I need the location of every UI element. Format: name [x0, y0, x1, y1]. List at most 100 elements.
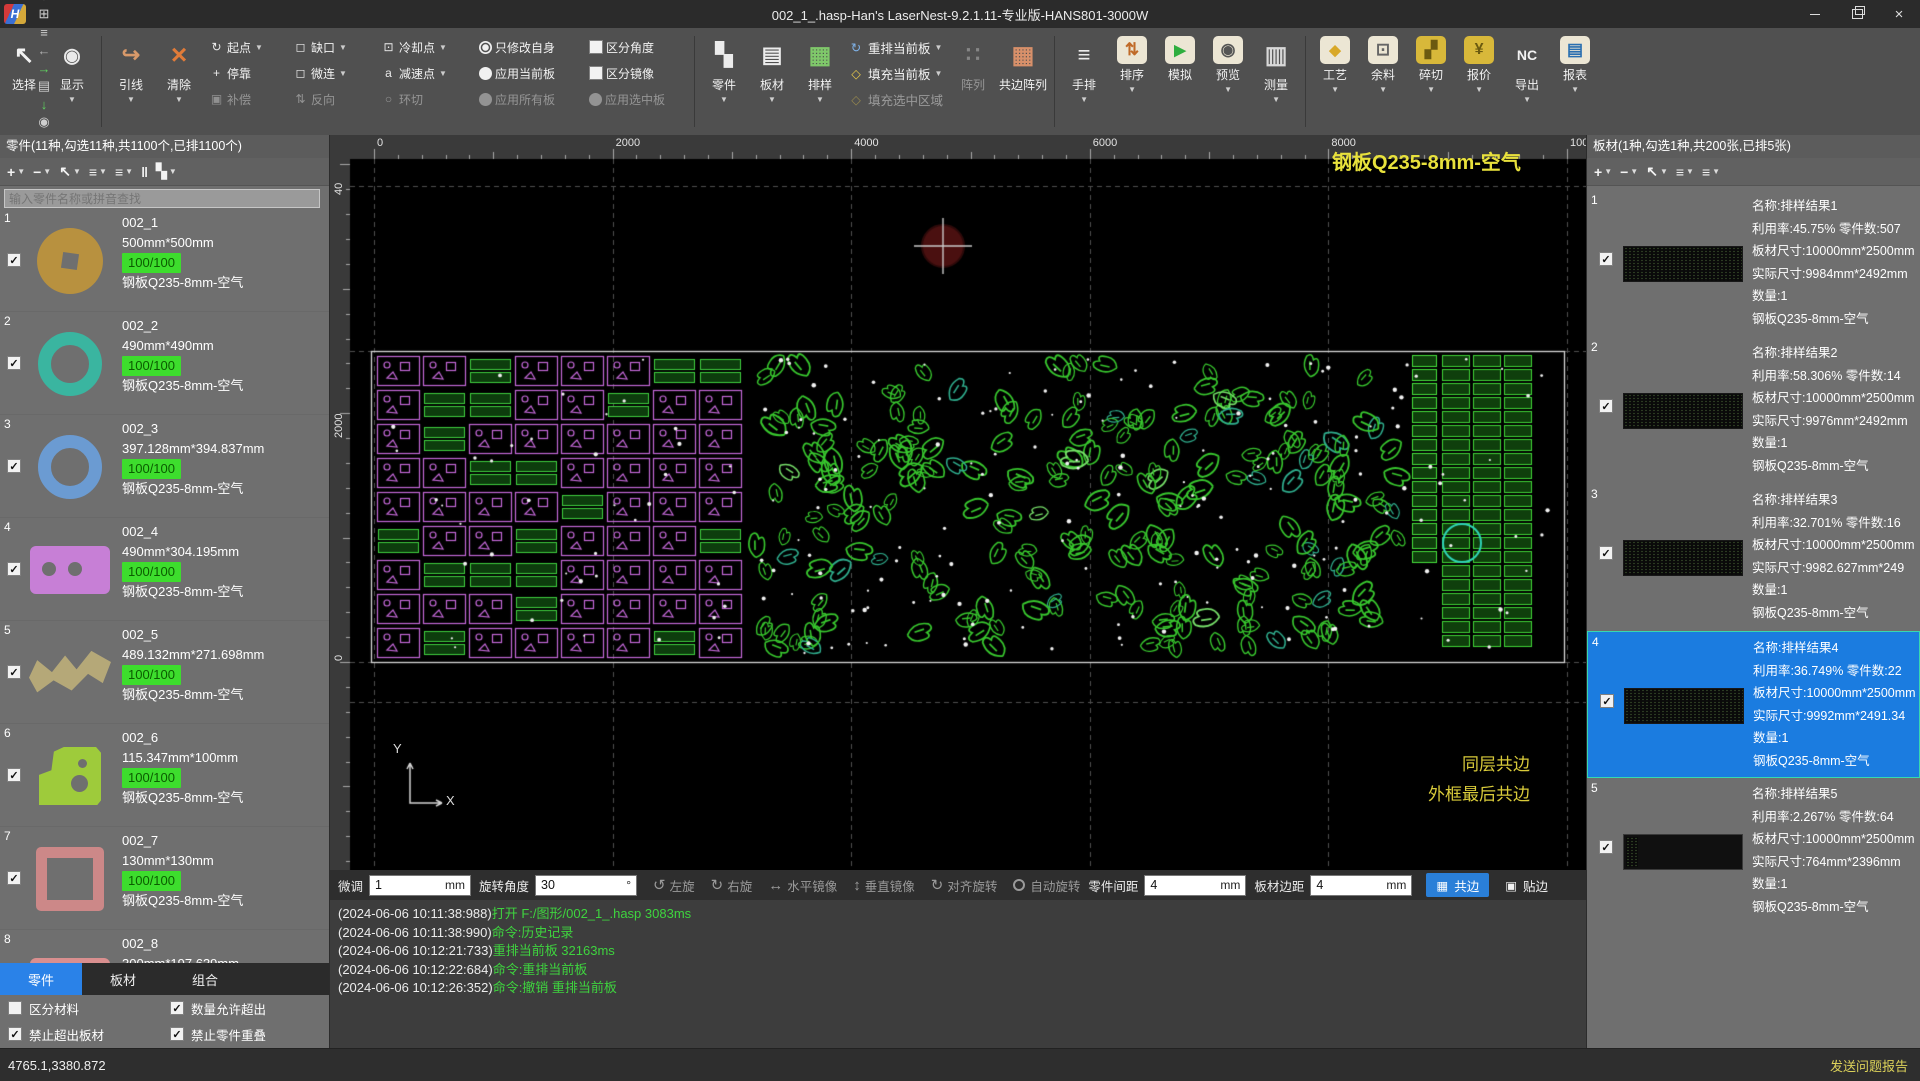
sort-sheets-icon[interactable]: ≡▼: [1674, 164, 1696, 180]
sheet-list-item[interactable]: 2✓名称:排样结果2利用率:58.306% 零件数:14板材尺寸:10000mm…: [1587, 337, 1920, 484]
part-list-item[interactable]: 3✓002_3397.128mm*394.837mm100/100钢板Q235-…: [0, 415, 329, 518]
part-checkbox[interactable]: ✓: [7, 253, 21, 267]
sheet-checkbox[interactable]: ✓: [1599, 399, 1613, 413]
quote-button[interactable]: ¥报价▼: [1455, 36, 1503, 94]
应用所有板-option[interactable]: 应用所有板: [479, 91, 585, 108]
sheet-margin-input[interactable]: [1316, 878, 1376, 892]
tab-板材[interactable]: 板材: [82, 963, 164, 995]
part-gap-input[interactable]: [1150, 878, 1210, 892]
part-list-item[interactable]: 7✓002_7130mm*130mm100/100钢板Q235-8mm-空气: [0, 827, 329, 930]
simulate-button[interactable]: ▶模拟: [1156, 36, 1204, 85]
禁止超出板材-checkbox[interactable]: ✓禁止超出板材: [8, 1025, 170, 1044]
common-edge-array-button[interactable]: ▦共边阵列: [997, 36, 1049, 95]
part-list-item[interactable]: 4✓002_4490mm*304.195mm100/100钢板Q235-8mm-…: [0, 518, 329, 621]
layers-icon[interactable]: ▤: [34, 77, 54, 95]
fill-sheet-button[interactable]: ◇填充当前板▼: [848, 64, 943, 83]
part-list-item[interactable]: 1✓002_1500mm*500mm100/100钢板Q235-8mm-空气: [0, 209, 329, 312]
lead-line-button[interactable]: ↪引线▼: [107, 36, 155, 104]
tab-零件[interactable]: 零件: [0, 963, 82, 995]
缺口-option[interactable]: ◻缺口▼: [293, 39, 377, 56]
区分材料-checkbox[interactable]: 区分材料: [8, 999, 170, 1018]
sheet-list-item[interactable]: 1✓名称:排样结果1利用率:45.75% 零件数:507板材尺寸:10000mm…: [1587, 190, 1920, 337]
sort-button[interactable]: ⇅排序▼: [1108, 36, 1156, 94]
select-sheet-icon[interactable]: ↖▼: [1644, 163, 1670, 180]
part-list-item[interactable]: 2✓002_2490mm*490mm100/100钢板Q235-8mm-空气: [0, 312, 329, 415]
sheet-checkbox[interactable]: ✓: [1599, 252, 1613, 266]
nesting-canvas[interactable]: 钢板Q235-8mm-空气 同层共边 外框最后共边 Y X 0200040006…: [330, 135, 1586, 870]
环切-option[interactable]: ○环切: [381, 91, 475, 108]
区分镜像-option[interactable]: 区分镜像: [589, 65, 687, 82]
part-checkbox[interactable]: ✓: [7, 356, 21, 370]
sort-parts-alt-icon[interactable]: ≡▼: [113, 164, 135, 180]
sheet-list-item[interactable]: 4✓名称:排样结果4利用率:36.749% 零件数:22板材尺寸:10000mm…: [1587, 631, 1920, 778]
remnant-button[interactable]: ⊡余料▼: [1359, 36, 1407, 94]
common-edge-button[interactable]: ▦ 共边: [1426, 873, 1489, 897]
renest-sheet-button[interactable]: ↻重排当前板▼: [848, 38, 943, 57]
补偿-option[interactable]: ▣补偿: [209, 91, 289, 108]
user-icon[interactable]: ◉: [34, 113, 54, 131]
part-list-item[interactable]: 6✓002_6115.347mm*100mm100/100钢板Q235-8mm-…: [0, 724, 329, 827]
send-report-link[interactable]: 发送问题报告: [1830, 1056, 1908, 1075]
undo-icon[interactable]: ←: [34, 41, 54, 59]
redo-icon[interactable]: →: [34, 59, 54, 77]
database-icon[interactable]: ≡: [34, 23, 54, 41]
remove-part-icon[interactable]: −▼: [31, 164, 53, 180]
canvas-drawing[interactable]: [330, 135, 1586, 870]
pause-icon[interactable]: ‖: [139, 164, 150, 180]
sheet-checkbox[interactable]: ✓: [1600, 694, 1614, 708]
align-rotate-button[interactable]: ↻对齐旋转: [931, 876, 998, 895]
区分角度-option[interactable]: 区分角度: [589, 39, 687, 56]
part-button[interactable]: ▚零件▼: [700, 36, 748, 104]
起点-option[interactable]: ↻起点▼: [209, 39, 289, 56]
part-checkbox[interactable]: ✓: [7, 768, 21, 782]
应用当前板-option[interactable]: 应用当前板: [479, 65, 585, 82]
sheet-list-item[interactable]: 5✓名称:排样结果5利用率:2.267% 零件数:64板材尺寸:10000mm*…: [1587, 778, 1920, 925]
反向-option[interactable]: ⇅反向: [293, 91, 377, 108]
minimize-button[interactable]: [1794, 0, 1836, 28]
sheet-checkbox[interactable]: ✓: [1599, 546, 1613, 560]
restore-button[interactable]: [1836, 0, 1878, 28]
part-list-item[interactable]: 5✓002_5489.132mm*271.698mm100/100钢板Q235-…: [0, 621, 329, 724]
app-logo-icon[interactable]: H: [4, 4, 26, 24]
rotate-right-button[interactable]: ↻右旋: [711, 876, 753, 895]
sort-sheets-alt-icon[interactable]: ≡▼: [1700, 164, 1722, 180]
rotate-angle-input[interactable]: [541, 878, 601, 892]
measure-button[interactable]: ▥测量▼: [1252, 36, 1300, 104]
tab-组合[interactable]: 组合: [164, 963, 246, 995]
import-icon[interactable]: ↓: [34, 95, 54, 113]
select-part-icon[interactable]: ↖▼: [57, 163, 83, 180]
nudge-input[interactable]: [375, 878, 435, 892]
part-checkbox[interactable]: ✓: [7, 871, 21, 885]
part-list-item[interactable]: 8✓002_8300mm*197.639mm100/100钢板Q235-8mm-…: [0, 930, 329, 963]
nest-button[interactable]: ▦排样▼: [796, 36, 844, 104]
array-button[interactable]: ∷阵列: [949, 36, 997, 95]
part-checkbox[interactable]: ✓: [7, 665, 21, 679]
sheet-list-item[interactable]: 3✓名称:排样结果3利用率:32.701% 零件数:16板材尺寸:10000mm…: [1587, 484, 1920, 631]
sort-parts-icon[interactable]: ≡▼: [87, 164, 109, 180]
manual-nest-button[interactable]: ≡手排▼: [1060, 36, 1108, 104]
sheet-checkbox[interactable]: ✓: [1599, 840, 1613, 854]
sheet-button[interactable]: ▤板材▼: [748, 36, 796, 104]
只修改自身-option[interactable]: 只修改自身: [479, 39, 585, 56]
微连-option[interactable]: ◻微连▼: [293, 65, 377, 82]
fill-region-button[interactable]: ◇填充选中区域: [848, 90, 943, 109]
add-sheet-icon[interactable]: +▼: [1592, 164, 1614, 180]
mirror-vertical-button[interactable]: ↕垂直镜像: [853, 876, 915, 895]
process-button[interactable]: ◆工艺▼: [1311, 36, 1359, 94]
减速点-option[interactable]: a减速点▼: [381, 65, 475, 82]
clear-button[interactable]: ×清除▼: [155, 36, 203, 104]
应用选中板-option[interactable]: 应用选中板: [589, 91, 687, 108]
rotate-left-button[interactable]: ↺左旋: [653, 876, 695, 895]
add-part-icon[interactable]: +▼: [5, 164, 27, 180]
禁止零件重叠-checkbox[interactable]: ✓禁止零件重叠: [170, 1025, 329, 1044]
auto-tool-icon[interactable]: ▚▼: [154, 163, 179, 180]
part-checkbox[interactable]: ✓: [7, 562, 21, 576]
preview-button[interactable]: ◉预览▼: [1204, 36, 1252, 94]
数量允许超出-checkbox[interactable]: ✓数量允许超出: [170, 999, 329, 1018]
remove-sheet-icon[interactable]: −▼: [1618, 164, 1640, 180]
settings-icon[interactable]: ⊞: [34, 5, 54, 23]
part-checkbox[interactable]: ✓: [7, 459, 21, 473]
mirror-horizontal-button[interactable]: ↔水平镜像: [768, 876, 837, 895]
停靠-option[interactable]: +停靠: [209, 65, 289, 82]
part-search-input[interactable]: [4, 189, 320, 208]
